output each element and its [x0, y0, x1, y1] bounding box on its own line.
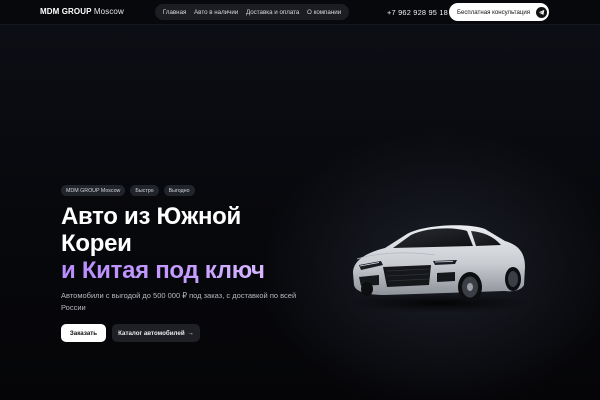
- phone-link[interactable]: +7 962 928 95 18: [387, 8, 448, 17]
- hero-subtitle: Автомобили с выгодой до 500 000 ₽ под за…: [61, 291, 297, 312]
- order-button[interactable]: Заказать: [61, 324, 106, 342]
- brand-logo[interactable]: MDM GROUP Moscow: [40, 7, 124, 16]
- nav-item-about[interactable]: О компании: [307, 9, 341, 16]
- arrow-right-icon: →: [187, 329, 194, 337]
- catalog-button-label: Каталог автомобилей: [118, 329, 185, 337]
- brand-name: MDM GROUP: [40, 7, 92, 16]
- nav-item-home[interactable]: Главная: [163, 9, 187, 16]
- main-nav: Главная Авто в наличии Доставка и оплата…: [155, 4, 349, 20]
- nav-item-delivery[interactable]: Доставка и оплата: [246, 9, 299, 16]
- page: MDM GROUP Moscow Главная Авто в наличии …: [0, 0, 600, 400]
- car-image: [348, 225, 532, 313]
- hero-title-accent: и Китая под ключ: [61, 257, 265, 284]
- telegram-icon: [536, 6, 548, 18]
- tag-brand: MDM GROUP Moscow: [61, 185, 126, 196]
- consultation-label: Бесплатная консультация: [457, 8, 531, 16]
- brand-city: Moscow: [93, 7, 124, 16]
- tag-fast: Быстро: [130, 185, 159, 196]
- hero-tags: MDM GROUP Moscow Быстро Выгодно: [61, 185, 195, 196]
- site-header: MDM GROUP Moscow Главная Авто в наличии …: [0, 0, 600, 25]
- hero-title-line2: Кореи: [61, 230, 132, 257]
- hero-title: Авто из Южной Кореи и Китая под ключ: [61, 203, 265, 284]
- free-consultation-button[interactable]: Бесплатная консультация: [449, 3, 549, 21]
- hero-title-line1: Авто из Южной: [61, 203, 241, 230]
- nav-item-in-stock[interactable]: Авто в наличии: [194, 9, 238, 16]
- tag-profitable: Выгодно: [163, 185, 195, 196]
- catalog-button[interactable]: Каталог автомобилей →: [112, 324, 200, 342]
